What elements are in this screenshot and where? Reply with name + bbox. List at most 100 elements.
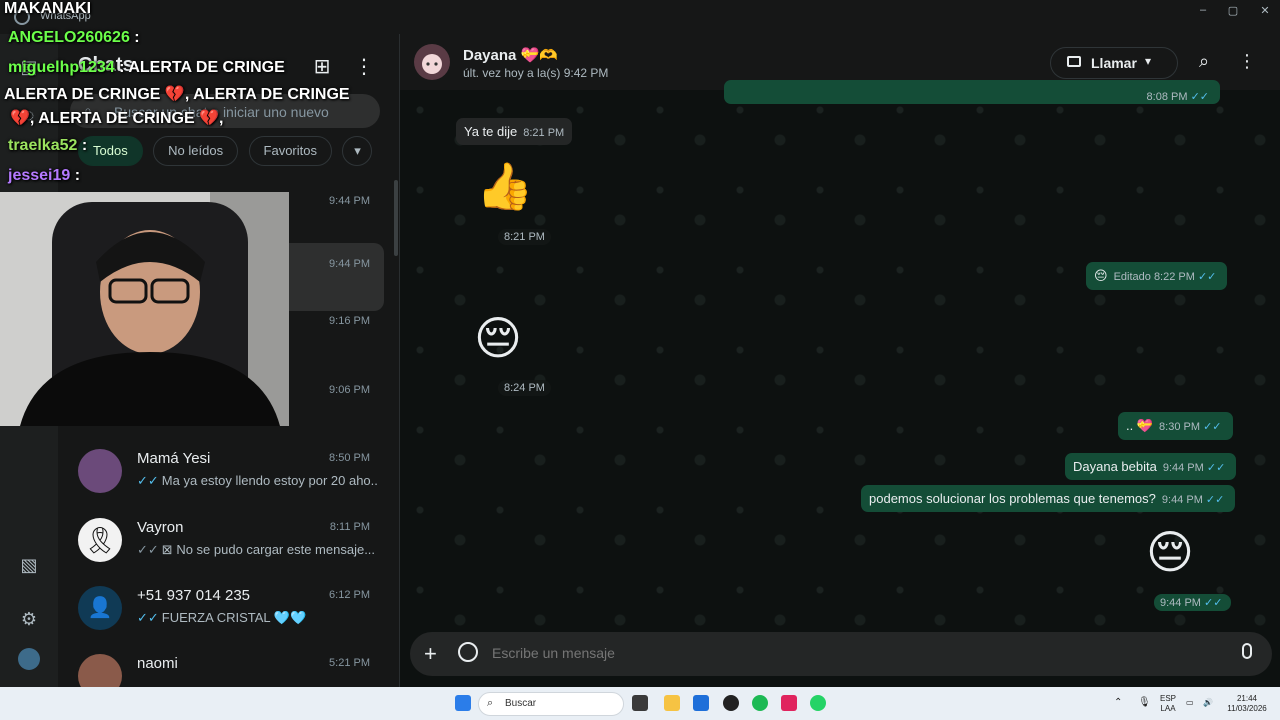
double-check-icon: ✓✓ (1205, 494, 1225, 506)
spotify-icon[interactable] (752, 695, 768, 711)
chat-name: Mamá Yesi (137, 450, 211, 467)
double-check-icon: ✓✓ (1206, 462, 1226, 474)
chevron-down-icon[interactable]: ▾ (342, 136, 373, 166)
chat-time: 9:06 PM (329, 384, 370, 396)
chat-list-scrollbar[interactable] (394, 180, 398, 256)
ribbon-icon: 🎗 (78, 518, 122, 562)
message-time: 8:24 PM (498, 380, 551, 396)
message-input[interactable] (492, 645, 1192, 661)
call-label: Llamar (1091, 55, 1137, 71)
message-time: 9:44 PM ✓✓ (1162, 462, 1226, 474)
overlay-chat-line: jessei19 : (8, 167, 81, 184)
store-icon[interactable] (693, 695, 709, 711)
filter-chips: Todos No leídos Favoritos ▾ (78, 136, 378, 166)
message-text: Dayana bebita (1073, 459, 1157, 474)
message-bubble-in[interactable]: Ya te dije 8:21 PM (456, 118, 573, 145)
overlay-chat-line: traelka52 : (8, 137, 88, 154)
chat-row-phone[interactable]: 👤 +51 937 014 235 6:12 PM ✓✓ FUERZA CRIST… (58, 574, 384, 642)
tiktok-icon[interactable] (781, 695, 797, 711)
double-check-icon: ✓✓ (137, 542, 159, 557)
message-time: 9:44 PM ✓✓ (1161, 494, 1225, 506)
double-check-icon: ✓✓ (137, 473, 159, 488)
title-bar: WhatsApp – ▢ ✕ (0, 0, 1280, 34)
compose-bar: + (410, 632, 1272, 676)
menu-icon[interactable]: ⋮ (1238, 51, 1256, 71)
menu-icon[interactable]: ⋮ (354, 54, 374, 78)
emoji-pensive[interactable]: 😔 (1146, 526, 1194, 578)
webcam-overlay (0, 192, 289, 426)
emoji-pensive[interactable]: 😔 (474, 312, 522, 364)
filter-all[interactable]: Todos (78, 136, 143, 166)
maximize-button[interactable]: ▢ (1218, 4, 1248, 18)
obs-icon[interactable] (723, 695, 739, 711)
close-button[interactable]: ✕ (1250, 4, 1280, 18)
message-text: .. 💝 (1126, 418, 1154, 433)
taskbar-search[interactable]: ⌕ Buscar (478, 692, 624, 716)
message-text: 😔 (1094, 268, 1108, 283)
double-check-icon: ✓✓ (1204, 597, 1223, 609)
windows-start-icon[interactable] (455, 695, 471, 711)
language-indicator[interactable]: ESP LAA (1158, 694, 1178, 714)
settings-icon[interactable]: ⚙ (18, 608, 40, 630)
chat-name: +51 937 014 235 (137, 587, 251, 604)
conversation-panel: Dayana 💝🫶 últ. vez hoy a la(s) 9:42 PM L… (400, 34, 1280, 687)
double-check-icon: ✓✓ (137, 610, 159, 625)
attach-plus-icon[interactable]: + (424, 641, 437, 667)
task-view-icon[interactable] (632, 695, 648, 711)
default-user-icon: 👤 (78, 586, 122, 630)
chat-time: 5:21 PM (329, 657, 370, 669)
microphone-icon[interactable]: 🎙 (1138, 698, 1151, 708)
message-bubble-out[interactable]: 8:08 PM ✓✓ (724, 80, 1220, 104)
new-chat-icon[interactable]: ⊞ (310, 54, 334, 78)
filter-favorites[interactable]: Favoritos (248, 136, 332, 166)
blocked-message-icon: ⊠ (161, 542, 177, 557)
chat-time: 8:11 PM (329, 521, 370, 533)
search-icon[interactable]: ⌕ (1194, 51, 1214, 71)
video-camera-icon (1067, 56, 1081, 67)
volume-icon[interactable]: 🔊 (1203, 698, 1213, 708)
contact-avatar[interactable] (414, 44, 450, 80)
message-bubble-out[interactable]: .. 💝 8:30 PM ✓✓ (1118, 412, 1233, 440)
search-icon: ⌕ (487, 697, 494, 709)
clock[interactable]: 21:44 11/03/2026 (1222, 694, 1272, 714)
emoji-thumbs-up[interactable]: 👍 (476, 160, 533, 212)
chat-time: 9:16 PM (329, 315, 370, 327)
overlay-chat-line: 💔, ALERTA DE CRINGE 💔, (10, 110, 224, 127)
sticker-icon[interactable] (458, 642, 478, 662)
minimize-button[interactable]: – (1188, 4, 1218, 18)
network-icon[interactable]: ▭ (1186, 698, 1194, 708)
message-text: Ya te dije (464, 124, 518, 139)
chat-preview: ✓✓ ⊠ No se pudo cargar este mensaje... (137, 542, 376, 557)
taskbar-search-placeholder: Buscar (505, 698, 537, 709)
double-check-icon: ✓✓ (1190, 91, 1209, 103)
filter-unread[interactable]: No leídos (153, 136, 239, 166)
message-time: 8:30 PM ✓✓ (1159, 421, 1222, 433)
double-check-icon: ✓✓ (1197, 271, 1217, 283)
chat-name: Vayron (137, 519, 184, 536)
message-bubble-out[interactable]: Dayana bebita 9:44 PM ✓✓ (1065, 453, 1237, 480)
chat-row-mama-yesi[interactable]: Mamá Yesi 8:50 PM ✓✓ Ma ya estoy llendo e… (58, 437, 384, 505)
message-bubble-out[interactable]: 😔 Editado 8:22 PM ✓✓ (1086, 262, 1228, 290)
chat-time: 9:44 PM (329, 195, 370, 207)
taskbar: ⌕ Buscar ⌃ 🎙 ESP LAA ▭ 🔊 21:44 11/03/2026 (0, 687, 1280, 720)
file-explorer-icon[interactable] (664, 695, 680, 711)
tray-chevron-icon[interactable]: ⌃ (1114, 698, 1122, 708)
message-time: 9:44 PM ✓✓ (1154, 594, 1232, 611)
contact-name: Dayana 💝🫶 (463, 47, 558, 64)
chat-time: 9:44 PM (329, 258, 370, 270)
overlay-chat-line: ALERTA DE CRINGE 💔, ALERTA DE CRINGE (4, 86, 350, 103)
overlay-chat-line: miguelhp1234 : ALERTA DE CRINGE (8, 59, 285, 76)
chat-row-vayron[interactable]: 🎗 Vayron 8:11 PM ✓✓ ⊠ No se pudo cargar e… (58, 506, 384, 574)
chat-name: naomi (137, 655, 178, 672)
avatar (78, 449, 122, 493)
message-bubble-out[interactable]: podemos solucionar los problemas que ten… (861, 485, 1236, 512)
whatsapp-taskbar-icon[interactable] (810, 695, 826, 711)
contact-status: últ. vez hoy a la(s) 9:42 PM (463, 66, 609, 80)
profile-avatar[interactable] (18, 648, 40, 670)
microphone-icon[interactable] (1242, 643, 1252, 659)
media-icon[interactable]: ▧ (18, 554, 40, 576)
call-button[interactable]: Llamar ▾ (1050, 47, 1178, 79)
chevron-down-icon: ▾ (1145, 54, 1152, 68)
message-time: 8:21 PM (523, 127, 565, 139)
chat-preview: ✓✓ Ma ya estoy llendo estoy por 20 aho... (137, 473, 377, 488)
